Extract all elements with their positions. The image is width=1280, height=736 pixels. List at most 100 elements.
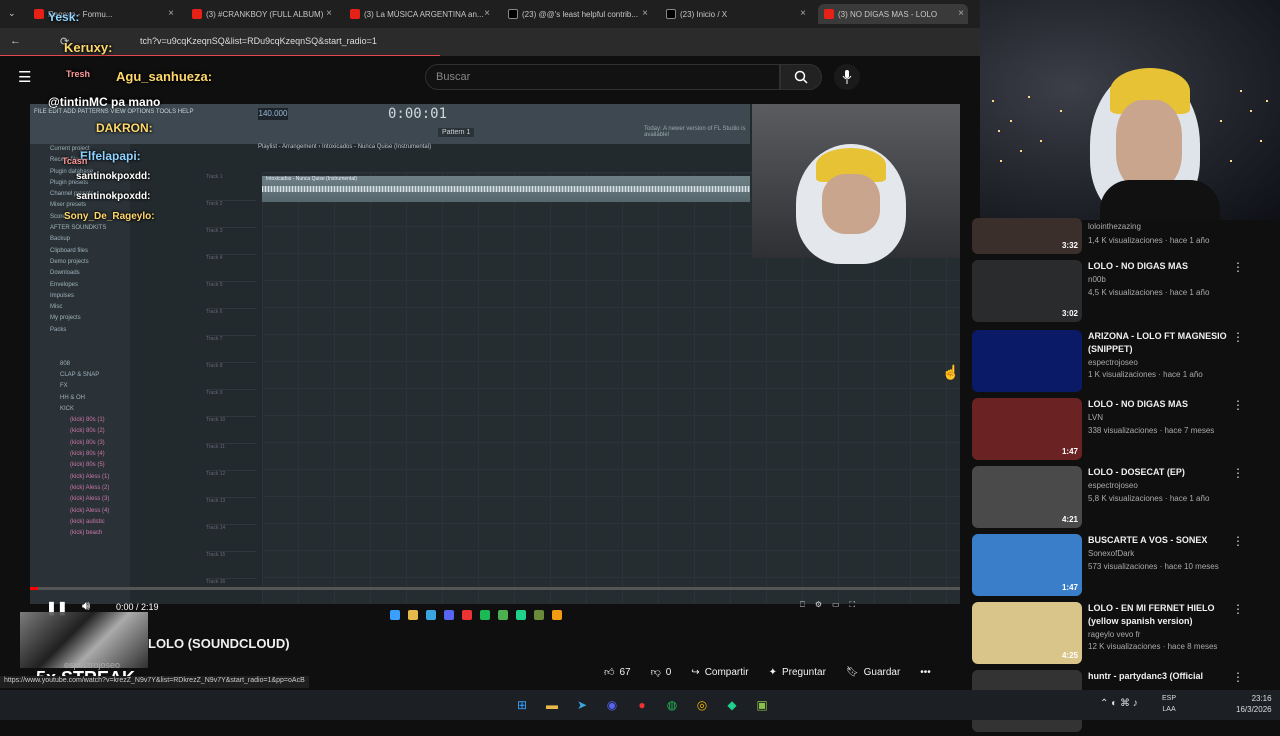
browser-tab[interactable]: (3) La MÚSICA ARGENTINA an... × (344, 4, 494, 24)
video-thumbnail[interactable]: 1:47 (972, 398, 1082, 460)
browser-tab[interactable]: (23) @@'s least helpful contrib... × (502, 4, 652, 24)
video-thumbnail[interactable]: 3:32 (972, 218, 1082, 254)
suggestion-channel[interactable]: LVN (1088, 413, 1103, 422)
tab-list-icon[interactable]: ⌄ (8, 8, 16, 19)
sample-item[interactable]: (kick) Aless (4) (30, 506, 130, 517)
app-red-icon[interactable]: ● (632, 695, 652, 715)
track-header[interactable]: Track 5 (206, 282, 256, 309)
suggestion-title[interactable]: LOLO - NO DIGAS MAS (1088, 260, 1228, 273)
fl-bpm[interactable]: 140.000 (258, 108, 288, 120)
sample-item[interactable]: (kick) 80s (5) (30, 460, 130, 471)
suggested-video[interactable]: ARIZONA - LOLO FT MAGNESIO (SNIPPET) espe… (970, 330, 1270, 396)
track-header[interactable]: Track 8 (206, 363, 256, 390)
suggestion-channel[interactable]: rageylo vevo fr (1088, 630, 1140, 639)
more-options-icon[interactable]: ⋮ (1232, 260, 1244, 274)
track-header[interactable]: Track 6 (206, 309, 256, 336)
track-header[interactable]: Track 4 (206, 255, 256, 282)
suggested-video[interactable]: 1:47 LOLO - NO DIGAS MAS LVN 338 visualizac… (970, 398, 1270, 464)
language-indicator[interactable]: ESP LAA (1162, 693, 1176, 715)
suggestion-channel[interactable]: n00b (1088, 275, 1106, 284)
spotify-icon[interactable]: ◍ (662, 695, 682, 715)
sample-item[interactable]: (kick) 80s (4) (30, 449, 130, 460)
suggestion-title[interactable]: LOLO - DOSECAT (EP) (1088, 466, 1228, 479)
sample-item[interactable]: (kick) 80s (2) (30, 426, 130, 437)
track-header[interactable]: Track 15 (206, 552, 256, 579)
browser-item[interactable]: Packs (30, 325, 130, 336)
save-button[interactable]: 🔖︎ Guardar (840, 663, 906, 682)
suggestion-channel[interactable]: lolointhezazing (1088, 222, 1141, 231)
menu-icon[interactable]: ☰ (18, 68, 31, 86)
suggestion-title[interactable]: BUSCARTE A VOS - SONEX (1088, 534, 1228, 547)
browser-subfolder[interactable]: FX (30, 381, 130, 392)
track-header[interactable]: Track 10 (206, 417, 256, 444)
suggested-video[interactable]: 1:47 BUSCARTE A VOS - SONEX SonexofDark 573… (970, 534, 1270, 600)
suggestion-channel[interactable]: SonexofDark (1088, 549, 1134, 558)
sample-item[interactable]: (kick) Aless (2) (30, 483, 130, 494)
track-header[interactable]: Track 12 (206, 471, 256, 498)
fullscreen-icon[interactable]: ⛶ (850, 600, 856, 610)
close-icon[interactable]: × (326, 8, 332, 19)
sample-item[interactable]: (kick) Aless (3) (30, 494, 130, 505)
url-input[interactable]: tch?v=u9cqKzeqnSQ&list=RDu9cqKzeqnSQ&sta… (140, 36, 377, 46)
track-header[interactable]: Track 14 (206, 525, 256, 552)
more-options-icon[interactable]: ⋮ (1232, 398, 1244, 412)
like-button[interactable]: 👍︎ 67 (598, 662, 637, 682)
tray-icons[interactable]: ⌃ ◐ ⌘ ♪ (1100, 698, 1138, 709)
chrome-icon[interactable]: ◎ (692, 695, 712, 715)
channel-name[interactable]: espectrojoseo (64, 660, 120, 670)
fl-pattern[interactable]: Pattern 1 (438, 128, 475, 137)
track-header[interactable]: Track 2 (206, 201, 256, 228)
dislike-button[interactable]: 👎︎ 0 (645, 662, 678, 682)
browser-item[interactable]: Clipboard files (30, 246, 130, 257)
more-options-icon[interactable]: ⋮ (1232, 466, 1244, 480)
more-options-icon[interactable]: ⋮ (1232, 330, 1244, 344)
fl-studio-icon[interactable]: ▣ (752, 695, 772, 715)
track-header[interactable]: Track 9 (206, 390, 256, 417)
video-thumbnail[interactable]: 1:47 (972, 534, 1082, 596)
browser-item[interactable]: My projects (30, 313, 130, 324)
track-header[interactable]: Track 1 (206, 174, 256, 201)
track-header[interactable]: Track 3 (206, 228, 256, 255)
telegram-icon[interactable]: ➤ (572, 695, 592, 715)
suggested-video[interactable]: 4:21 LOLO - DOSECAT (EP) espectrojoseo 5,8 … (970, 466, 1270, 532)
more-button[interactable]: ••• (914, 663, 937, 682)
suggestion-title[interactable]: LOLO - NO DIGAS MAS (1088, 398, 1228, 411)
browser-item[interactable]: AFTER SOUNDKITS (30, 223, 130, 234)
suggestion-title[interactable]: huntr - partydanc3 (Official (1088, 670, 1228, 683)
track-header[interactable]: Track 11 (206, 444, 256, 471)
close-icon[interactable]: × (958, 8, 964, 19)
close-icon[interactable]: × (484, 8, 490, 19)
search-button[interactable] (780, 64, 822, 90)
track-header[interactable]: Track 13 (206, 498, 256, 525)
windows-start-icon[interactable]: ⊞ (512, 695, 532, 715)
browser-subfolder[interactable]: CLAP & SNAP (30, 370, 130, 381)
track-header[interactable]: Track 7 (206, 336, 256, 363)
browser-item[interactable]: Backup (30, 234, 130, 245)
suggestion-title[interactable]: LOLO - EN MI FERNET HIELO (yellow spanis… (1088, 602, 1228, 628)
close-icon[interactable]: × (800, 8, 806, 19)
back-icon[interactable]: ← (10, 35, 21, 47)
browser-item[interactable]: Demo projects (30, 257, 130, 268)
file-explorer-icon[interactable]: ▬ (542, 695, 562, 715)
video-thumbnail[interactable]: 3:02 (972, 260, 1082, 322)
suggested-video[interactable]: 3:02 LOLO - NO DIGAS MAS n00b 4,5 K visuali… (970, 260, 1270, 326)
subtitles-icon[interactable]: ⎕ (800, 600, 805, 610)
share-button[interactable]: ↪ Compartir (685, 663, 754, 682)
progress-bar[interactable] (30, 587, 960, 590)
browser-subfolder[interactable]: KICK (30, 404, 130, 415)
more-options-icon[interactable]: ⋮ (1232, 534, 1244, 548)
close-icon[interactable]: × (642, 8, 648, 19)
sample-item[interactable]: (kick) beach (30, 528, 130, 539)
browser-item[interactable]: Envelopes (30, 280, 130, 291)
sample-item[interactable]: (kick) Aless (1) (30, 472, 130, 483)
suggested-video[interactable]: 4:25 LOLO - EN MI FERNET HIELO (yellow sp… (970, 602, 1270, 668)
video-player[interactable]: FILE EDIT ADD PATTERNS VIEW OPTIONS TOOL… (30, 104, 960, 604)
search-input[interactable]: Buscar (425, 64, 780, 90)
more-options-icon[interactable]: ⋮ (1232, 670, 1244, 684)
capcut-icon[interactable]: ◆ (722, 695, 742, 715)
ask-button[interactable]: ✦ Preguntar (763, 663, 832, 682)
suggestion-channel[interactable]: espectrojoseo (1088, 481, 1138, 490)
browser-item[interactable]: Downloads (30, 268, 130, 279)
sample-item[interactable]: (kick) autistic (30, 517, 130, 528)
browser-tab[interactable]: (23) Inicio / X × (660, 4, 810, 24)
